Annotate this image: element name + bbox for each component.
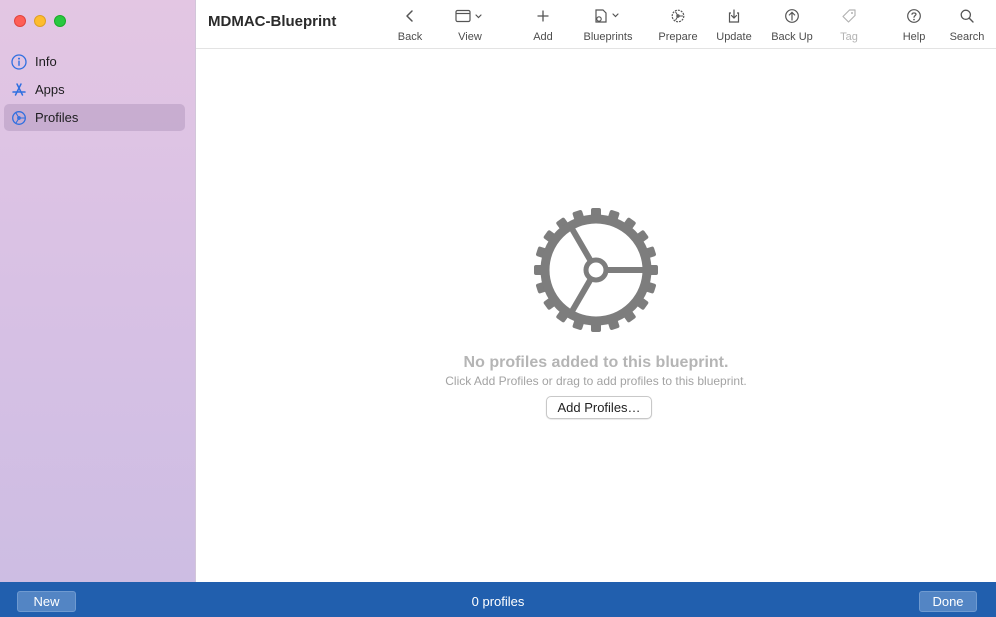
sidebar-item-label: Info <box>35 54 57 69</box>
profile-count: 0 profiles <box>471 594 525 609</box>
upload-icon <box>784 6 800 26</box>
back-up-label: Back Up <box>771 31 813 43</box>
close-window-button[interactable] <box>14 15 26 27</box>
update-button[interactable]: Update <box>714 6 754 46</box>
add-profiles-button[interactable]: Add Profiles… <box>546 396 652 419</box>
sidebar-item-profiles[interactable]: Profiles <box>4 104 185 131</box>
sidebar-item-apps[interactable]: Apps <box>4 76 185 103</box>
info-icon <box>11 53 27 70</box>
blueprints-button[interactable]: Blueprints <box>580 6 636 46</box>
prepare-gear-icon <box>670 6 686 26</box>
back-up-button[interactable]: Back Up <box>768 6 816 46</box>
profiles-gear-icon <box>532 206 660 334</box>
sidebar: Info Apps Profiles <box>0 0 196 582</box>
view-button[interactable]: View <box>452 6 488 46</box>
help-label: Help <box>902 31 926 43</box>
tag-button[interactable]: Tag <box>836 6 862 46</box>
add-label: Add <box>533 31 553 43</box>
update-icon <box>727 6 741 26</box>
sidebar-item-label: Apps <box>35 82 65 97</box>
plus-icon <box>536 6 550 26</box>
sidebar-list: Info Apps Profiles <box>4 48 185 132</box>
window-controls <box>14 15 66 27</box>
search-icon <box>959 6 975 26</box>
tag-label: Tag <box>840 31 858 43</box>
profiles-icon <box>11 110 27 126</box>
profiles-content: No profiles added to this blueprint. Cli… <box>196 50 996 582</box>
bottom-bar: New 0 profiles Done <box>0 582 996 617</box>
search-label: Search <box>949 31 985 43</box>
empty-state-title: No profiles added to this blueprint. <box>463 354 729 371</box>
prepare-label: Prepare <box>658 31 698 43</box>
prepare-button[interactable]: Prepare <box>657 6 699 46</box>
search-button[interactable]: Search <box>947 6 987 46</box>
help-icon <box>906 6 922 26</box>
sidebar-item-info[interactable]: Info <box>4 48 185 75</box>
zoom-window-button[interactable] <box>54 15 66 27</box>
back-button[interactable]: Back <box>395 6 425 46</box>
toolbar: MDMAC-Blueprint Back View Add Blueprints… <box>196 0 996 49</box>
back-label: Back <box>397 31 423 43</box>
apps-icon <box>11 82 27 98</box>
done-button[interactable]: Done <box>919 591 977 612</box>
window-title: MDMAC-Blueprint <box>208 13 337 30</box>
blueprints-icon <box>593 6 623 26</box>
blueprints-label: Blueprints <box>583 31 633 43</box>
empty-state-subtitle: Click Add Profiles or drag to add profil… <box>445 374 747 388</box>
view-icon <box>455 6 485 26</box>
help-button[interactable]: Help <box>900 6 928 46</box>
minimize-window-button[interactable] <box>34 15 46 27</box>
sidebar-item-label: Profiles <box>35 110 79 125</box>
update-label: Update <box>716 31 752 43</box>
add-button[interactable]: Add <box>529 6 557 46</box>
chevron-left-icon <box>404 6 416 26</box>
tag-icon <box>841 6 857 26</box>
view-label: View <box>458 31 482 43</box>
